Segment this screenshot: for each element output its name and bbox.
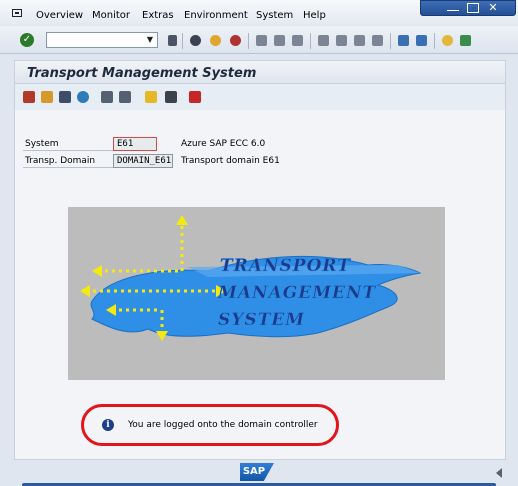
- minimize-icon[interactable]: [447, 3, 459, 11]
- transport-routes-icon[interactable]: [23, 91, 35, 103]
- transport-domain-field[interactable]: DOMAIN_E61: [113, 154, 173, 168]
- find-next-icon[interactable]: [292, 35, 303, 46]
- layout-menu-icon[interactable]: [460, 35, 471, 46]
- menu-bar: Overview Monitor Extras Environment Syst…: [0, 0, 518, 26]
- enter-check-icon[interactable]: ✓: [20, 33, 34, 47]
- alert-viewer-icon[interactable]: [145, 91, 157, 103]
- command-field[interactable]: ▼: [46, 32, 158, 48]
- shortcut-icon[interactable]: [416, 35, 427, 46]
- menu-window-icon[interactable]: [12, 9, 22, 17]
- toolbar-separator: [310, 33, 311, 49]
- help-icon[interactable]: [442, 35, 453, 46]
- menu-system[interactable]: System: [256, 10, 293, 22]
- info-help-icon[interactable]: [189, 91, 201, 103]
- back-icon[interactable]: [190, 35, 201, 46]
- standard-toolbar: ✓ ▼: [0, 26, 518, 54]
- message-highlight: i You are logged onto the domain control…: [81, 404, 339, 446]
- menu-help[interactable]: Help: [303, 10, 326, 22]
- main-content: System E61 Azure SAP ECC 6.0 Transp. Dom…: [14, 110, 506, 460]
- last-page-icon[interactable]: [372, 35, 383, 46]
- logo-text-line2: MANAGEMENT: [217, 283, 377, 303]
- close-icon[interactable]: ✕: [487, 2, 499, 13]
- window-controls: ✕: [420, 0, 516, 16]
- qa-worklist-icon[interactable]: [101, 91, 113, 103]
- logo-arrowhead-left-1: [92, 265, 102, 277]
- systems-overview-icon[interactable]: [59, 91, 71, 103]
- next-page-icon[interactable]: [354, 35, 365, 46]
- exit-icon[interactable]: [210, 35, 221, 46]
- tms-logo-image: TRANSPORT MANAGEMENT SYSTEM: [68, 207, 445, 380]
- expand-status-icon[interactable]: [496, 468, 502, 478]
- toolbar-separator: [390, 33, 391, 49]
- save-icon[interactable]: [168, 35, 177, 46]
- find-icon[interactable]: [274, 35, 285, 46]
- cancel-icon[interactable]: [230, 35, 241, 46]
- transport-domain-icon[interactable]: [77, 91, 89, 103]
- toolbar-separator: [434, 33, 435, 49]
- logo-arrowhead-down: [156, 331, 168, 341]
- sap-logo: SAP: [240, 463, 274, 481]
- maximize-icon[interactable]: [467, 3, 479, 13]
- previous-page-icon[interactable]: [336, 35, 347, 46]
- logo-text-line3: SYSTEM: [218, 310, 305, 330]
- display-log-icon[interactable]: [165, 91, 177, 103]
- chevron-down-icon[interactable]: ▼: [144, 34, 156, 46]
- toolbar-separator: [248, 33, 249, 49]
- menu-monitor[interactable]: Monitor: [92, 10, 130, 22]
- page-title: Transport Management System: [27, 66, 257, 81]
- print-icon[interactable]: [256, 35, 267, 46]
- tms-logo-graphic: TRANSPORT MANAGEMENT SYSTEM: [80, 215, 422, 341]
- transport-domain-description: Transport domain E61: [181, 156, 280, 166]
- first-page-icon[interactable]: [318, 35, 329, 46]
- menu-environment[interactable]: Environment: [184, 10, 248, 22]
- status-area: SAP: [0, 460, 518, 486]
- menu-extras[interactable]: Extras: [142, 10, 174, 22]
- logo-arrowhead-left-2: [80, 285, 90, 297]
- application-toolbar: [14, 84, 506, 110]
- transport-domain-label: Transp. Domain: [23, 154, 113, 168]
- status-message: You are logged onto the domain controlle…: [128, 420, 318, 430]
- menu-overview[interactable]: Overview: [36, 10, 83, 22]
- info-icon: i: [102, 419, 114, 431]
- logo-text-line1: TRANSPORT: [220, 256, 351, 276]
- system-description: Azure SAP ECC 6.0: [181, 139, 266, 149]
- system-label: System: [23, 137, 113, 151]
- system-field[interactable]: E61: [113, 137, 157, 151]
- title-band: Transport Management System: [14, 60, 506, 84]
- alert-monitor-icon[interactable]: [119, 91, 131, 103]
- logo-arrowhead-up: [176, 215, 188, 225]
- toolbar-separator: [182, 33, 183, 49]
- import-overview-icon[interactable]: [41, 91, 53, 103]
- new-session-icon[interactable]: [398, 35, 409, 46]
